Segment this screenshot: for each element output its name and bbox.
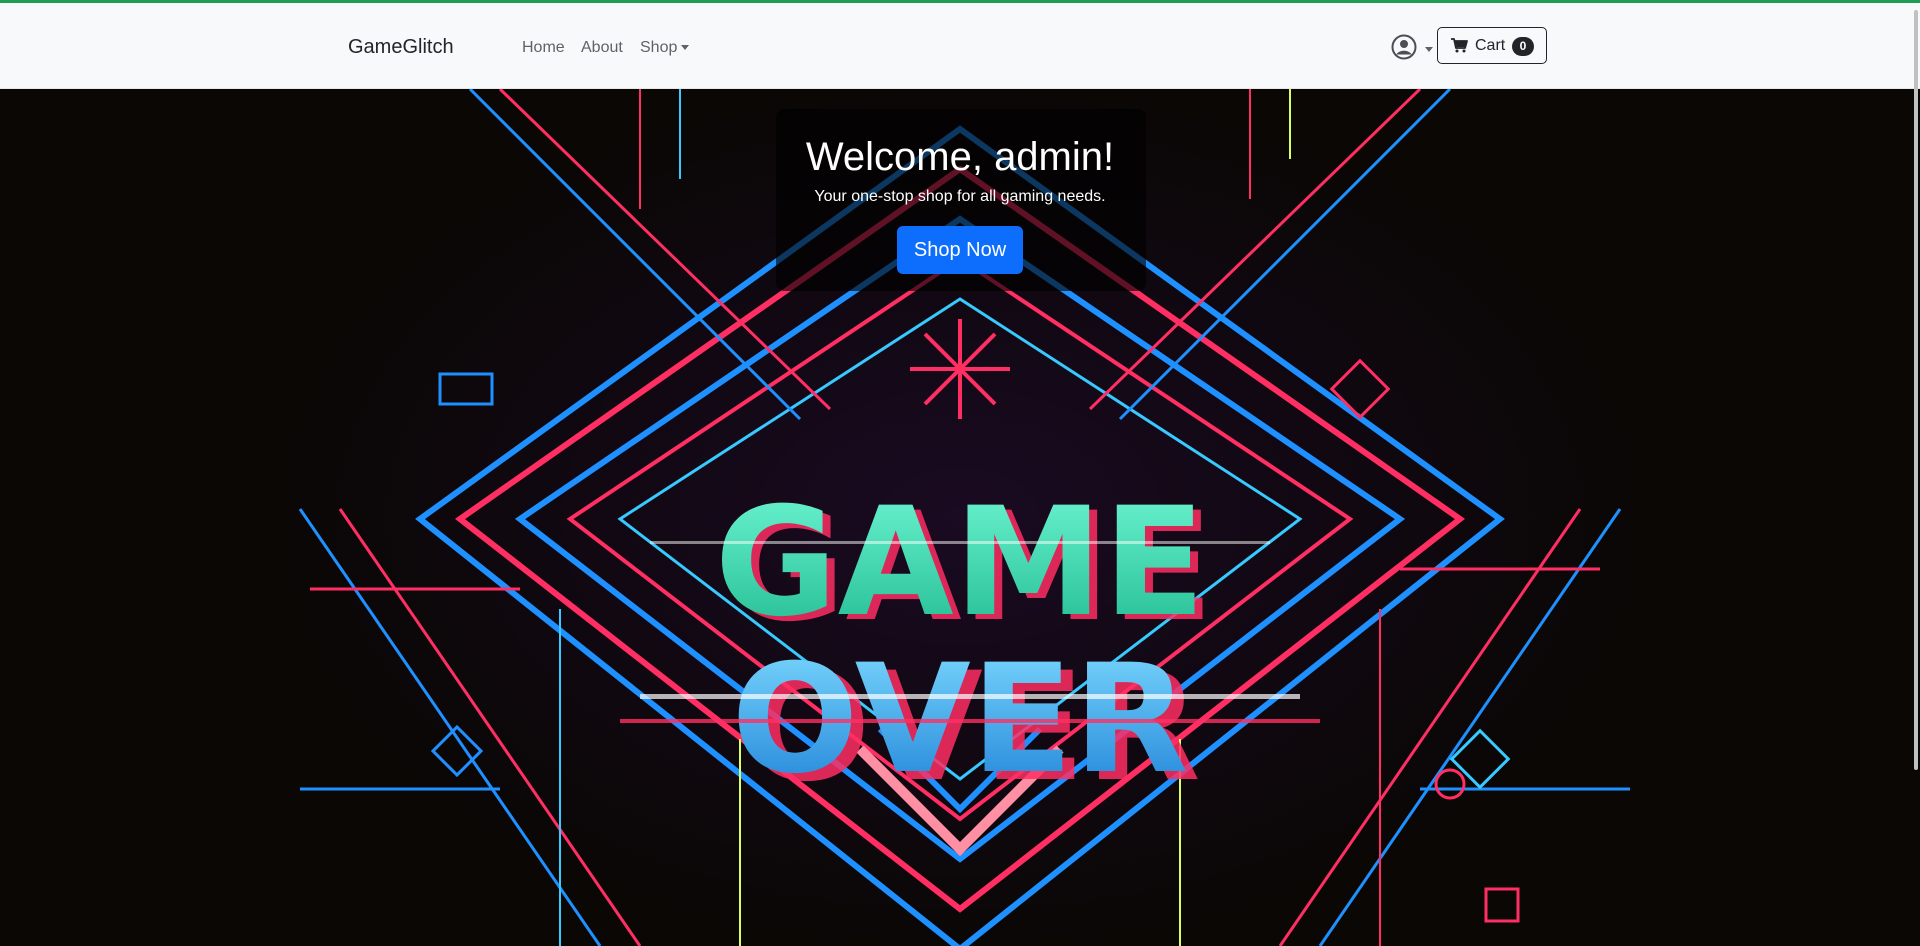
chevron-down-icon xyxy=(1425,47,1433,52)
nav-shop-label: Shop xyxy=(640,39,678,56)
nav-about-link[interactable]: About xyxy=(581,39,623,57)
page-scrollbar[interactable] xyxy=(1914,10,1918,770)
cart-count-badge: 0 xyxy=(1512,37,1534,56)
user-menu-toggle[interactable] xyxy=(1391,34,1433,64)
nav-shop-dropdown[interactable]: Shop xyxy=(640,39,690,57)
cart-button[interactable]: Cart 0 xyxy=(1437,27,1547,64)
user-avatar-icon xyxy=(1391,34,1417,60)
cart-icon xyxy=(1451,38,1468,53)
brand-logo[interactable]: GameGlitch xyxy=(348,36,454,59)
hero-section: GAME GAME OVER OVER Welcome, admin! Your… xyxy=(0,89,1920,946)
shop-now-button[interactable]: Shop Now xyxy=(897,226,1023,274)
chevron-down-icon xyxy=(681,45,690,51)
welcome-subtitle: Your one-stop shop for all gaming needs. xyxy=(814,188,1106,205)
nav-home-link[interactable]: Home xyxy=(522,39,565,57)
svg-text:GAME: GAME xyxy=(715,476,1206,650)
cart-label: Cart xyxy=(1475,37,1506,54)
welcome-heading: Welcome, admin! xyxy=(805,135,1115,179)
navbar: GameGlitch Home About Shop Cart 0 xyxy=(0,3,1920,89)
